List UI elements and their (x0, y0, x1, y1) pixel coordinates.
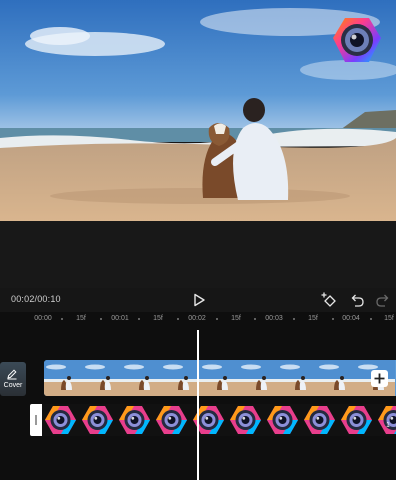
ruler-dot (254, 318, 256, 320)
ruler-label: 15f (384, 315, 394, 322)
plus-icon (374, 373, 385, 384)
video-frame-thumbnail (122, 360, 161, 396)
overlay-frame-thumbnail (375, 404, 396, 436)
overlay-frame-thumbnail (116, 404, 153, 436)
ruler-label: 00:04 (342, 315, 360, 322)
keyframe-add-icon[interactable] (320, 291, 338, 309)
overlay-frame-thumbnail (42, 404, 79, 436)
ruler-dot (293, 318, 295, 320)
overlay-frame-thumbnail (301, 404, 338, 436)
redo-icon[interactable] (375, 292, 391, 308)
video-frame-thumbnail (239, 360, 278, 396)
ruler-label: 15f (231, 315, 241, 322)
video-frame-thumbnail (44, 360, 83, 396)
cover-label: Cover (3, 382, 23, 389)
cover-button[interactable]: Cover (0, 362, 26, 396)
play-icon[interactable] (191, 292, 207, 308)
overlay-clip-track[interactable]: 1 (30, 404, 396, 436)
overlay-frame-thumbnail (264, 404, 301, 436)
ruler-dot (100, 318, 102, 320)
ruler-label: 00:03 (265, 315, 283, 322)
timecode-display: 00:02/00:10 (11, 294, 61, 304)
ruler-label: 15f (76, 315, 86, 322)
ruler-dot (138, 318, 140, 320)
video-frame-thumbnail (317, 360, 356, 396)
app-logo-icon (333, 18, 381, 62)
overlay-frame-thumbnail (338, 404, 375, 436)
playhead[interactable] (197, 330, 199, 480)
overlay-frame-thumbnail (227, 404, 264, 436)
overlay-trim-handle[interactable] (30, 404, 42, 436)
ruler-dot (177, 318, 179, 320)
time-ruler[interactable]: 00:00 15f 00:01 15f 00:02 15f 00:03 15f … (0, 312, 396, 326)
overlay-frame-thumbnail (79, 404, 116, 436)
ruler-dot (332, 318, 334, 320)
ruler-dot (216, 318, 218, 320)
ruler-dot (61, 318, 63, 320)
ruler-label: 00:01 (111, 315, 129, 322)
add-clip-button[interactable] (371, 370, 388, 387)
video-frame-thumbnail (200, 360, 239, 396)
editor-workspace (0, 221, 396, 288)
video-frame-thumbnail (161, 360, 200, 396)
overlay-frame-thumbnail (190, 404, 227, 436)
ruler-label: 15f (153, 315, 163, 322)
video-preview[interactable] (0, 0, 396, 221)
video-clip-track[interactable] (44, 360, 396, 396)
pencil-icon (7, 369, 17, 380)
overlay-frame-thumbnail (153, 404, 190, 436)
video-frame-thumbnail (278, 360, 317, 396)
ruler-dot (370, 318, 372, 320)
ruler-label: 00:02 (188, 315, 206, 322)
overlay-count-badge: 1 (386, 422, 390, 429)
undo-icon[interactable] (349, 292, 365, 308)
video-frame-thumbnail (83, 360, 122, 396)
ruler-label: 15f (308, 315, 318, 322)
transport-bar: 00:02/00:10 (0, 288, 396, 312)
ruler-label: 00:00 (34, 315, 52, 322)
